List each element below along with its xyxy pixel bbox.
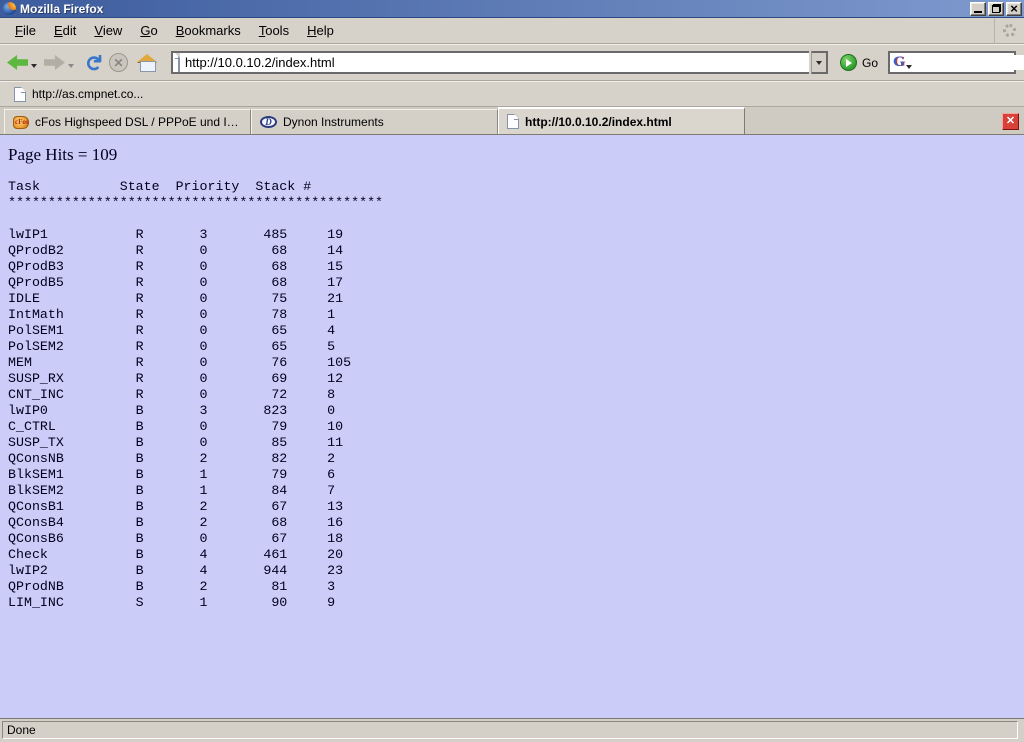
restore-button[interactable] bbox=[988, 2, 1004, 16]
task-row: SUSP_TX B 0 85 11 bbox=[8, 435, 1024, 451]
task-row: lwIP0 B 3 823 0 bbox=[8, 403, 1024, 419]
go-icon bbox=[840, 54, 857, 71]
task-table-header: Task State Priority Stack # bbox=[8, 179, 1024, 195]
reload-icon: ↻ bbox=[83, 51, 103, 75]
page-hits-text: Page Hits = 109 bbox=[8, 145, 1024, 165]
task-row: PolSEM1 R 0 65 4 bbox=[8, 323, 1024, 339]
menu-help[interactable]: Help bbox=[298, 20, 343, 41]
tabs-container: cFos Highspeed DSL / PPPoE und ISDN CAP.… bbox=[4, 107, 745, 134]
task-row: LIM_INC S 1 90 9 bbox=[8, 595, 1024, 611]
url-input[interactable] bbox=[185, 54, 809, 71]
task-row: QProdB2 R 0 68 14 bbox=[8, 243, 1024, 259]
page-icon bbox=[507, 114, 519, 129]
tab-label: http://10.0.10.2/index.html bbox=[525, 115, 672, 129]
menu-file[interactable]: File bbox=[6, 20, 45, 41]
minimize-button[interactable] bbox=[970, 2, 986, 16]
task-row: QProdNB B 2 81 3 bbox=[8, 579, 1024, 595]
menu-bar: FileEditViewGoBookmarksToolsHelp bbox=[0, 18, 1024, 44]
page-content: Page Hits = 109 Task State Priority Stac… bbox=[0, 135, 1024, 718]
search-box: G bbox=[888, 51, 1016, 74]
activity-throbber-icon bbox=[1003, 24, 1016, 37]
back-icon bbox=[7, 55, 28, 70]
task-row: QConsB1 B 2 67 13 bbox=[8, 499, 1024, 515]
bookmark-label: http://as.cmpnet.co... bbox=[32, 87, 143, 101]
tab-3[interactable]: http://10.0.10.2/index.html bbox=[498, 107, 745, 134]
menu-tools[interactable]: Tools bbox=[250, 20, 298, 41]
google-icon: G bbox=[893, 55, 905, 70]
status-text: Done bbox=[2, 721, 1018, 739]
task-row: Check B 4 461 20 bbox=[8, 547, 1024, 563]
task-table-separator: ****************************************… bbox=[8, 195, 1024, 211]
status-bar: Done bbox=[0, 718, 1024, 742]
close-button[interactable]: × bbox=[1006, 2, 1022, 16]
cfos-icon bbox=[13, 116, 29, 129]
minimize-icon bbox=[974, 11, 982, 13]
reload-button[interactable]: ↻ bbox=[80, 51, 106, 75]
firefox-icon bbox=[3, 2, 16, 15]
task-row: PolSEM2 R 0 65 5 bbox=[8, 339, 1024, 355]
home-button[interactable] bbox=[131, 52, 163, 73]
tab-1[interactable]: cFos Highspeed DSL / PPPoE und ISDN CAP.… bbox=[4, 109, 251, 134]
task-row: IDLE R 0 75 21 bbox=[8, 291, 1024, 307]
task-row: CNT_INC R 0 72 8 bbox=[8, 387, 1024, 403]
forward-dropdown-icon bbox=[68, 64, 74, 68]
bookmarks-toolbar: http://as.cmpnet.co... bbox=[0, 81, 1024, 107]
dynon-icon: D bbox=[260, 116, 277, 128]
task-row: MEM R 0 76 105 bbox=[8, 355, 1024, 371]
task-row: IntMath R 0 78 1 bbox=[8, 307, 1024, 323]
task-row: lwIP2 B 4 944 23 bbox=[8, 563, 1024, 579]
search-engine-dropdown-icon[interactable] bbox=[906, 65, 912, 69]
restore-icon bbox=[992, 4, 1001, 13]
go-button[interactable]: Go bbox=[830, 54, 886, 71]
task-row: BlkSEM1 B 1 79 6 bbox=[8, 467, 1024, 483]
url-bar bbox=[171, 51, 809, 74]
browser-window: Mozilla Firefox × FileEditViewGoBookmark… bbox=[0, 0, 1024, 742]
menu-view[interactable]: View bbox=[85, 20, 131, 41]
tab-bar-filler bbox=[745, 109, 1002, 134]
forward-icon bbox=[44, 55, 65, 70]
throbber-box bbox=[994, 18, 1024, 44]
bookmark-item[interactable]: http://as.cmpnet.co... bbox=[8, 85, 149, 104]
stop-button[interactable]: ✕ bbox=[108, 51, 129, 74]
menu-go[interactable]: Go bbox=[131, 20, 166, 41]
tab-bar: cFos Highspeed DSL / PPPoE und ISDN CAP.… bbox=[0, 107, 1024, 135]
task-table-blank bbox=[8, 211, 1024, 227]
back-dropdown-icon bbox=[31, 64, 37, 68]
bookmark-page-icon bbox=[14, 87, 26, 102]
go-label: Go bbox=[862, 56, 878, 70]
task-row: QConsB6 B 0 67 18 bbox=[8, 531, 1024, 547]
menu-bar-items: FileEditViewGoBookmarksToolsHelp bbox=[6, 20, 343, 41]
tab-2[interactable]: D Dynon Instruments bbox=[251, 109, 498, 134]
task-row: C_CTRL B 0 79 10 bbox=[8, 419, 1024, 435]
window-title: Mozilla Firefox bbox=[20, 2, 970, 16]
chevron-down-icon bbox=[816, 61, 822, 65]
url-dropdown-button[interactable] bbox=[811, 51, 828, 74]
task-row: QConsNB B 2 82 2 bbox=[8, 451, 1024, 467]
task-row: QConsB4 B 2 68 16 bbox=[8, 515, 1024, 531]
page-icon bbox=[178, 53, 180, 72]
home-icon bbox=[136, 54, 158, 71]
menu-bookmarks[interactable]: Bookmarks bbox=[167, 20, 250, 41]
task-row: lwIP1 R 3 485 19 bbox=[8, 227, 1024, 243]
navigation-toolbar: ↻ ✕ Go G bbox=[0, 44, 1024, 81]
tab-label: cFos Highspeed DSL / PPPoE und ISDN CAP.… bbox=[35, 115, 242, 129]
close-icon: × bbox=[1010, 4, 1018, 14]
tab-label: Dynon Instruments bbox=[283, 115, 384, 129]
task-row: SUSP_RX R 0 69 12 bbox=[8, 371, 1024, 387]
task-row: QProdB5 R 0 68 17 bbox=[8, 275, 1024, 291]
task-row: QProdB3 R 0 68 15 bbox=[8, 259, 1024, 275]
forward-button[interactable] bbox=[43, 53, 78, 72]
close-tab-button[interactable]: ✕ bbox=[1002, 113, 1019, 130]
search-input[interactable] bbox=[914, 55, 1024, 70]
stop-icon: ✕ bbox=[109, 53, 128, 72]
menu-edit[interactable]: Edit bbox=[45, 20, 85, 41]
task-row: BlkSEM2 B 1 84 7 bbox=[8, 483, 1024, 499]
task-table: Task State Priority Stack #*************… bbox=[8, 179, 1024, 611]
back-button[interactable] bbox=[6, 53, 41, 72]
title-bar: Mozilla Firefox × bbox=[0, 0, 1024, 18]
